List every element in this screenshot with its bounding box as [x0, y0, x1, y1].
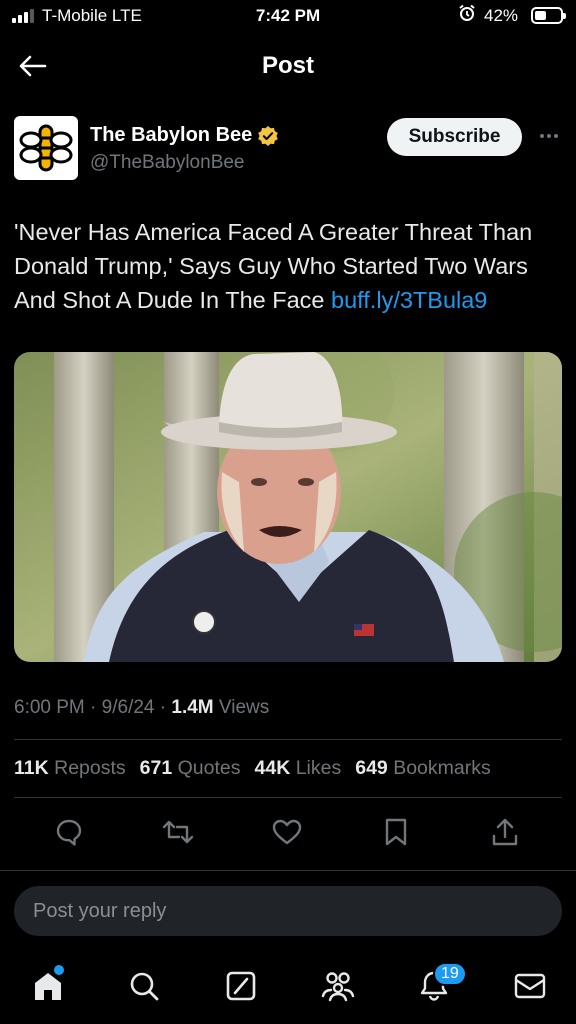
- divider: [14, 797, 562, 798]
- home-unread-dot: [54, 965, 64, 975]
- header: Post: [0, 34, 576, 96]
- arrow-left-icon: [19, 55, 47, 77]
- video-still: [14, 352, 562, 662]
- views-label: Views: [213, 697, 270, 718]
- reply-button[interactable]: [49, 812, 89, 852]
- post-timestamp-views: 6:00 PM · 9/6/24 · 1.4M Views: [14, 697, 270, 718]
- views-count: 1.4M: [171, 697, 214, 718]
- subscribe-button[interactable]: Subscribe: [387, 118, 522, 156]
- battery-percent: 42%: [484, 6, 519, 25]
- like-icon: [272, 819, 302, 845]
- stat-reposts[interactable]: 11K Reposts: [14, 757, 126, 780]
- share-button[interactable]: [485, 812, 525, 852]
- post-date: 9/6/24: [101, 697, 155, 718]
- reply-input[interactable]: Post your reply: [14, 886, 562, 936]
- tab-notifications[interactable]: 19: [412, 962, 467, 1008]
- verified-badge-icon: [258, 125, 279, 146]
- post-text: 'Never Has America Faced A Greater Threa…: [14, 215, 564, 317]
- bookmark-button[interactable]: [376, 812, 416, 852]
- engagement-stats: 11K Reposts 671 Quotes 44K Likes 649 Boo…: [14, 757, 491, 780]
- author-name[interactable]: The Babylon Bee: [90, 124, 252, 147]
- alarm-icon: [458, 4, 476, 27]
- grok-icon: [226, 971, 256, 1001]
- tab-communities[interactable]: [316, 964, 360, 1008]
- repost-icon: [162, 820, 194, 844]
- author-handle[interactable]: @TheBabylonBee: [90, 152, 245, 174]
- messages-icon: [514, 973, 546, 999]
- more-icon: [540, 134, 544, 138]
- post-media-image[interactable]: [14, 352, 562, 662]
- status-bar: T-Mobile LTE 7:42 PM 42%: [0, 0, 576, 34]
- bee-logo-icon: [19, 124, 73, 172]
- author-name-row[interactable]: The Babylon Bee: [90, 124, 279, 147]
- page-title: Post: [261, 52, 314, 79]
- divider: [14, 739, 562, 740]
- like-button[interactable]: [267, 812, 307, 852]
- notification-badge: 19: [433, 962, 467, 986]
- search-icon: [130, 972, 159, 1001]
- tab-grok[interactable]: [219, 964, 263, 1008]
- battery-icon: [531, 7, 566, 24]
- back-button[interactable]: [14, 48, 50, 84]
- bookmark-icon: [385, 818, 407, 846]
- avatar[interactable]: [14, 116, 78, 180]
- communities-icon: [321, 972, 355, 1002]
- bottom-tab-bar: 19: [0, 950, 576, 1024]
- divider: [0, 870, 576, 871]
- tab-search[interactable]: [122, 964, 166, 1008]
- stat-bookmarks[interactable]: 649 Bookmarks: [355, 757, 491, 780]
- stat-likes[interactable]: 44K Likes: [255, 757, 342, 780]
- more-options-button[interactable]: [536, 126, 562, 146]
- post-actions: [0, 812, 576, 852]
- stat-quotes[interactable]: 671 Quotes: [140, 757, 241, 780]
- tab-home[interactable]: [26, 964, 70, 1008]
- tab-messages[interactable]: [508, 964, 552, 1008]
- post-link[interactable]: buff.ly/3TBula9: [331, 287, 487, 313]
- share-icon: [492, 818, 518, 846]
- reply-icon: [56, 819, 82, 846]
- post-author: The Babylon Bee @TheBabylonBee Subscribe: [14, 116, 562, 184]
- repost-button[interactable]: [158, 812, 198, 852]
- post-time: 6:00 PM: [14, 697, 85, 718]
